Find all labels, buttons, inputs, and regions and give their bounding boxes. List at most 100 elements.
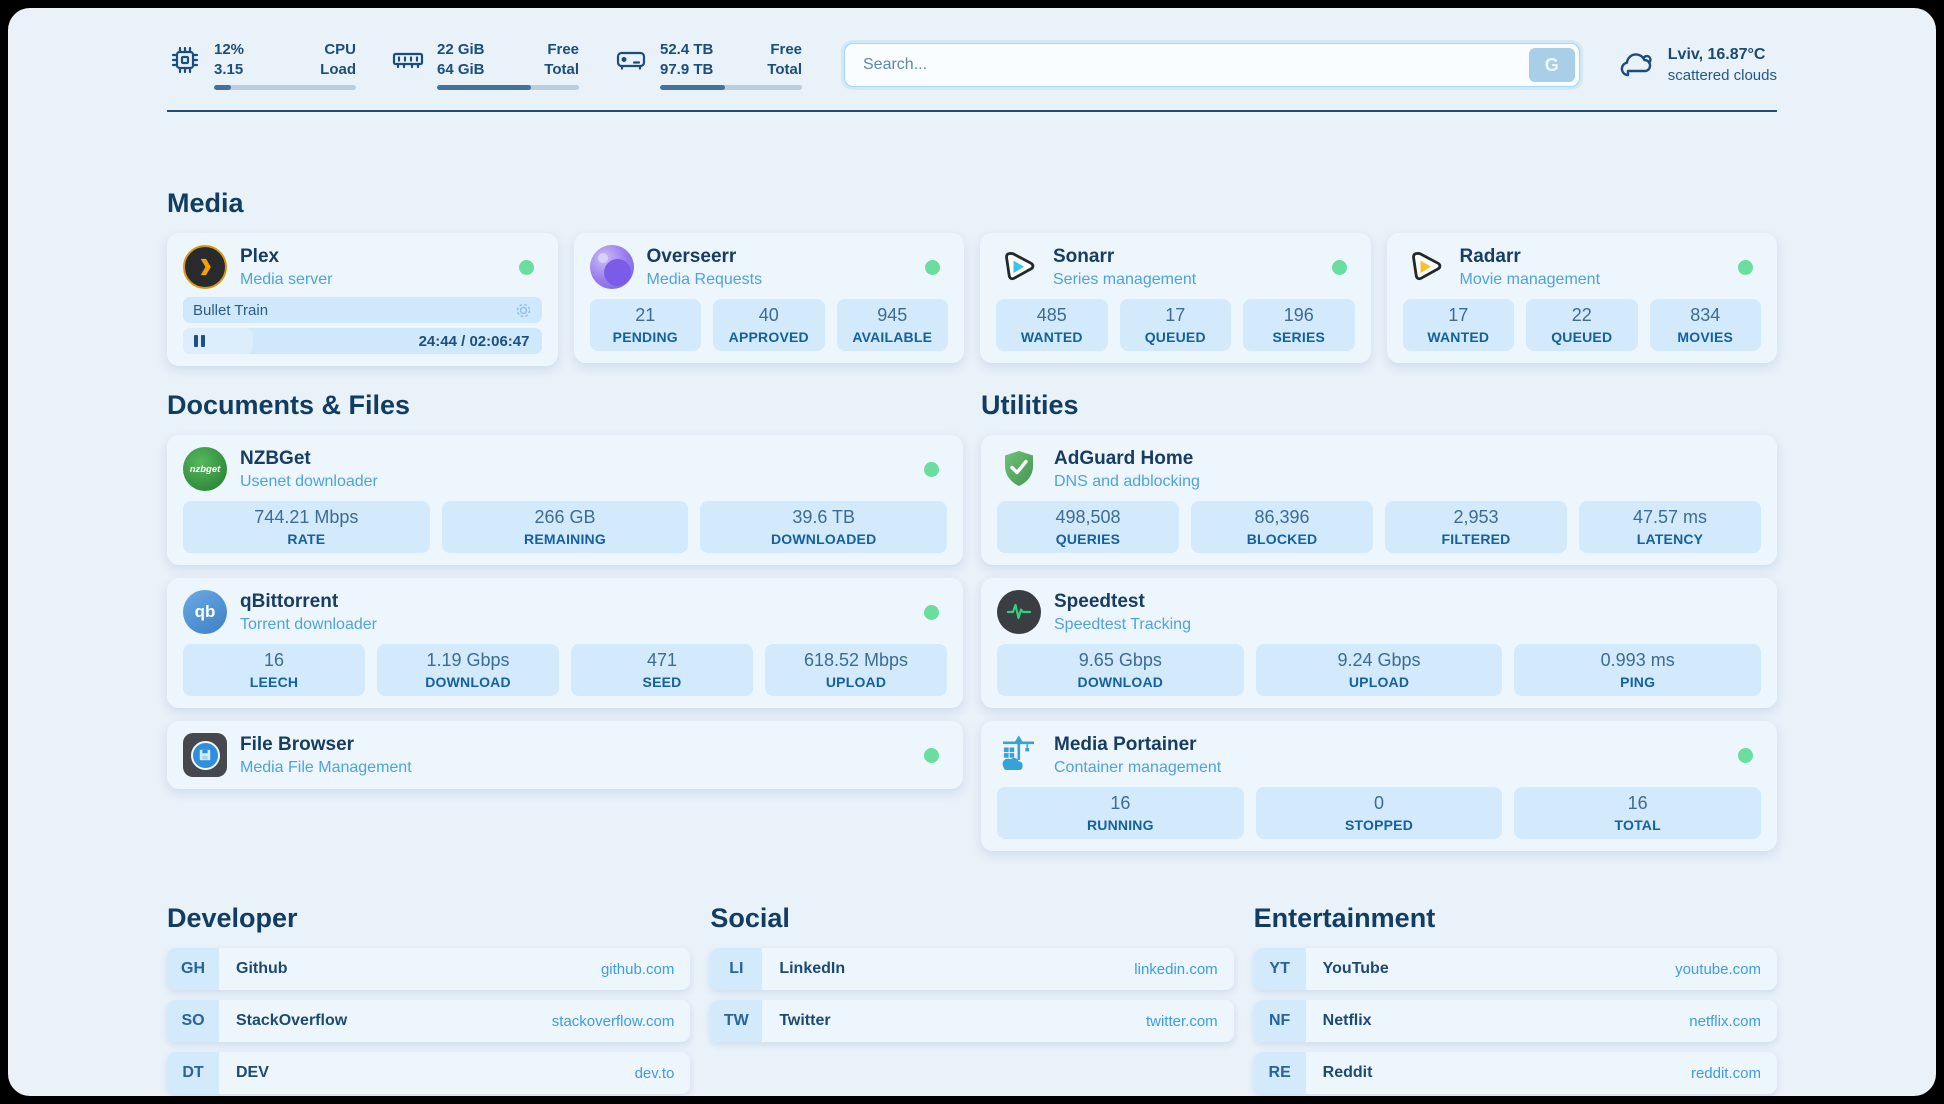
stat-available: 945 AVAILABLE [837,299,949,351]
section-title-media: Media [167,188,1777,219]
card-qbittorrent[interactable]: qb qBittorrent Torrent downloader 16 LEE… [167,578,963,708]
stat-pending: 21 PENDING [590,299,702,351]
card-sonarr[interactable]: Sonarr Series management 485 WANTED 17 Q… [980,233,1371,363]
stat-value: 834 [1654,305,1758,326]
card-speedtest[interactable]: Speedtest Speedtest Tracking 9.65 Gbps D… [981,578,1777,708]
plex-icon [183,245,227,289]
stat-value: 0 [1260,793,1499,814]
link-twitter[interactable]: TW Twitter twitter.com [710,1000,1233,1042]
sonarr-icon [996,245,1040,289]
stat-running: 16 RUNNING [997,787,1244,839]
stat-label: DOWNLOAD [1001,674,1240,690]
stat-value: 2,953 [1389,507,1563,528]
section-social: Social LI LinkedIn linkedin.com TW Twitt… [710,903,1233,1094]
stat-label: RATE [187,531,426,547]
section-title-entertainment: Entertainment [1254,903,1777,934]
filebrowser-icon [183,733,227,777]
card-filebrowser[interactable]: File Browser Media File Management [167,721,963,789]
stat-label: MOVIES [1654,329,1758,345]
ram-total: 64 GiB [437,60,485,80]
stat-label: APPROVED [717,329,821,345]
playback-progress[interactable]: 24:44 / 02:06:47 [183,328,542,354]
card-radarr[interactable]: Radarr Movie management 17 WANTED 22 QUE… [1387,233,1778,363]
stat-value: 471 [575,650,749,671]
card-portainer[interactable]: Media Portainer Container management 16 … [981,721,1777,851]
card-overseerr[interactable]: Overseerr Media Requests 21 PENDING 40 A… [574,233,965,363]
section-title-social: Social [710,903,1233,934]
ram-progressbar [437,85,579,90]
stat-label: DOWNLOAD [381,674,555,690]
status-dot [924,748,939,763]
search-input[interactable] [844,43,1580,87]
link-name: Reddit [1323,1064,1373,1082]
link-reddit[interactable]: RE Reddit reddit.com [1254,1052,1777,1094]
playback-time: 24:44 / 02:06:47 [419,333,530,350]
link-linkedin[interactable]: LI LinkedIn linkedin.com [710,948,1233,990]
card-title: AdGuard Home [1054,448,1200,470]
link-name: DEV [236,1064,269,1082]
stat-label: TOTAL [1518,817,1757,833]
stat-value: 16 [1001,793,1240,814]
card-nzbget[interactable]: nzbget NZBGet Usenet downloader 744.21 M… [167,435,963,565]
stat-value: 9.24 Gbps [1260,650,1499,671]
weather-widget: Lviv, 16.87°C scattered clouds [1616,44,1777,86]
stat-upload: 618.52 Mbps UPLOAD [765,644,947,696]
link-netflix[interactable]: NF Netflix netflix.com [1254,1000,1777,1042]
link-youtube[interactable]: YT YouTube youtube.com [1254,948,1777,990]
ram-widget: 22 GiB 64 GiB Free Total [390,40,579,90]
card-subtitle: Media Requests [647,271,763,289]
ram-labels: Free Total [544,40,579,79]
link-abbr: DT [167,1052,219,1094]
stat-value: 498,508 [1001,507,1175,528]
stat-label: QUERIES [1001,531,1175,547]
link-url: twitter.com [1146,1013,1218,1030]
stat-label: DOWNLOADED [704,531,943,547]
card-plex[interactable]: Plex Media server Bullet Train [167,233,558,366]
stat-label: BLOCKED [1195,531,1369,547]
cpu-progressbar [214,85,356,90]
gear-icon[interactable] [515,302,532,319]
card-subtitle: Torrent downloader [240,616,377,634]
card-title: File Browser [240,734,412,756]
section-entertainment: Entertainment YT YouTube youtube.com NF … [1254,903,1777,1094]
cpu-usage: 12% [214,40,244,60]
section-title-utilities: Utilities [981,390,1777,421]
cpu-icon [167,42,203,78]
disk-label-top: Free [770,40,802,60]
stat-label: QUEUED [1530,329,1634,345]
link-abbr: NF [1254,1000,1306,1042]
status-dot [519,260,534,275]
section-title-documents: Documents & Files [167,390,963,421]
card-title: Plex [240,246,332,268]
cpu-widget: 12% 3.15 CPU Load [167,40,356,90]
cpu-labels: CPU Load [320,40,356,79]
stat-series: 196 SERIES [1243,299,1355,351]
disk-icon [613,42,649,78]
card-subtitle: Usenet downloader [240,473,378,491]
section-documents: Documents & Files nzbget NZBGet Usenet d… [167,390,963,851]
card-title: Speedtest [1054,591,1191,613]
nzbget-icon: nzbget [183,447,227,491]
link-github[interactable]: GH Github github.com [167,948,690,990]
link-url: netflix.com [1689,1013,1761,1030]
link-abbr: YT [1254,948,1306,990]
ram-icon [390,42,426,78]
link-abbr: LI [710,948,762,990]
qbittorrent-icon: qb [183,590,227,634]
search-engine-button[interactable]: G [1529,48,1575,82]
dashboard-page: 12% 3.15 CPU Load [8,8,1936,1096]
card-adguard[interactable]: AdGuard Home DNS and adblocking 498,508 … [981,435,1777,565]
stat-value: 16 [187,650,361,671]
stat-approved: 40 APPROVED [713,299,825,351]
card-subtitle: Series management [1053,271,1196,289]
stat-value: 0.993 ms [1518,650,1757,671]
link-name: StackOverflow [236,1012,347,1030]
topbar: 12% 3.15 CPU Load [167,40,1777,90]
link-dev[interactable]: DT DEV dev.to [167,1052,690,1094]
disk-labels: Free Total [767,40,802,79]
stat-remaining: 266 GB REMAINING [442,501,689,553]
disk-progress-fill [660,85,725,90]
section-title-developer: Developer [167,903,690,934]
link-stackoverflow[interactable]: SO StackOverflow stackoverflow.com [167,1000,690,1042]
ram-label-bottom: Total [544,60,579,80]
